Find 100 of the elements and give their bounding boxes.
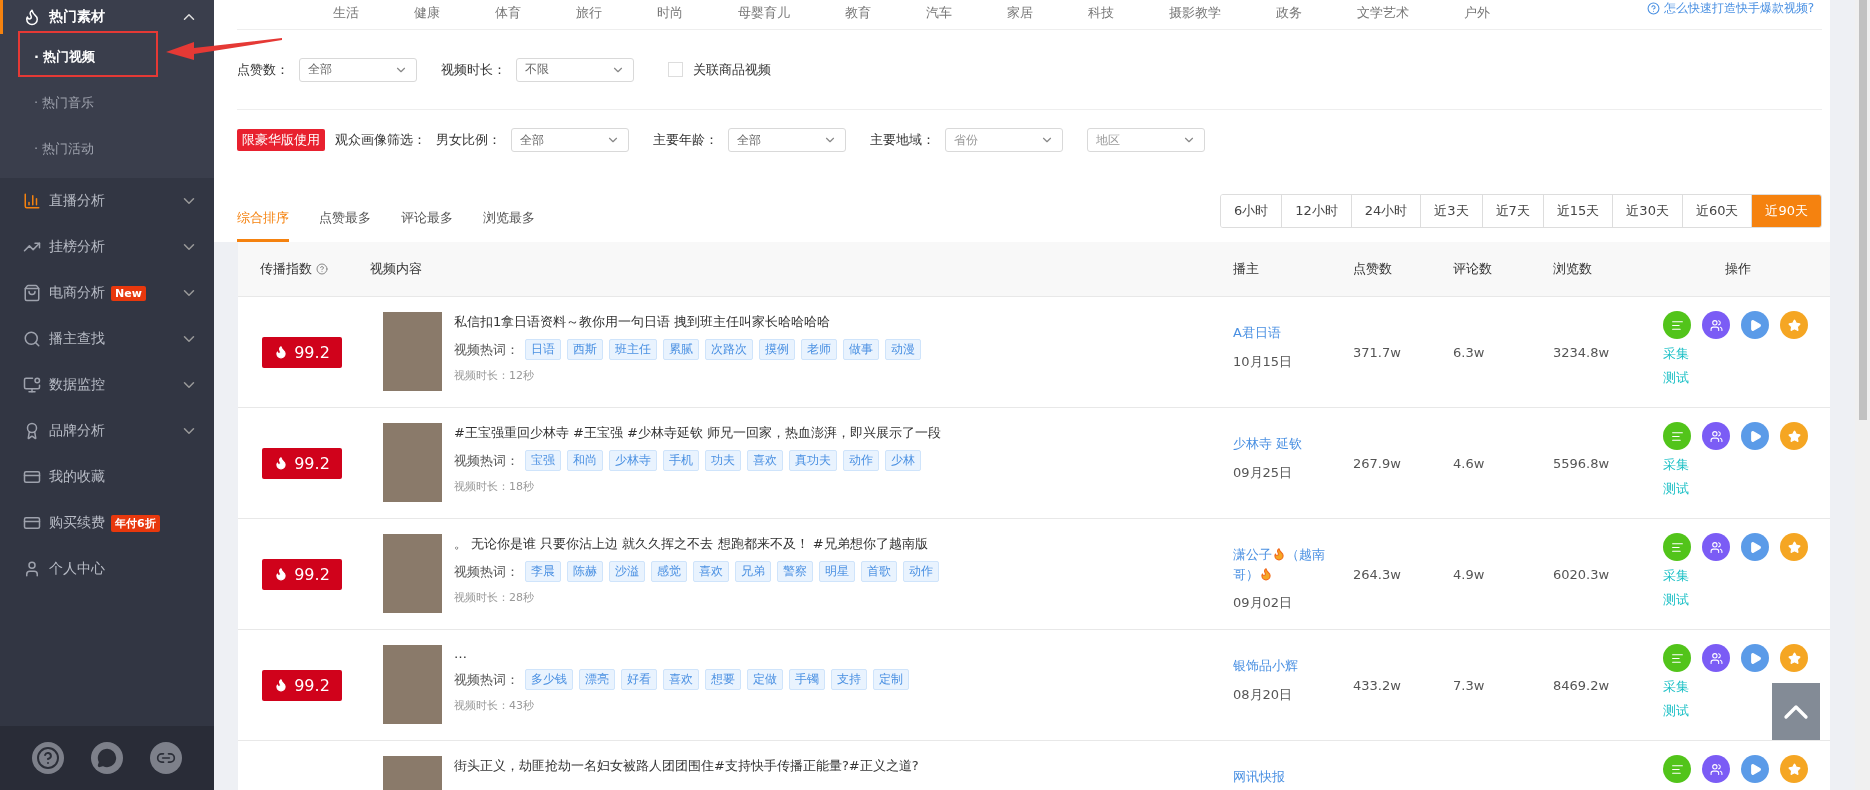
category-link[interactable]: 户外 <box>1464 0 1490 26</box>
keyword-tag[interactable]: 做事 <box>843 339 879 360</box>
keyword-tag[interactable]: 喜欢 <box>663 669 699 690</box>
play-icon[interactable] <box>1741 644 1769 672</box>
author-link[interactable]: A君日语 <box>1233 323 1345 343</box>
sidebar-item[interactable]: 品牌分析 <box>0 408 214 454</box>
keyword-tag[interactable]: 老师 <box>801 339 837 360</box>
category-link[interactable]: 汽车 <box>926 0 952 26</box>
keyword-tag[interactable]: 动作 <box>843 450 879 471</box>
category-link[interactable]: 时尚 <box>657 0 683 26</box>
sidebar-item[interactable]: 我的收藏 <box>0 454 214 500</box>
author-link[interactable]: 少林寺 延钦 <box>1233 434 1345 454</box>
category-link[interactable]: 科技 <box>1088 0 1114 26</box>
action-link[interactable]: 采集 <box>1663 678 1830 696</box>
filter-select[interactable]: 省份 <box>945 128 1063 152</box>
keyword-tag[interactable]: 真功夫 <box>789 450 837 471</box>
action-link[interactable]: 采集 <box>1663 456 1830 474</box>
action-link[interactable]: 采集 <box>1663 345 1830 363</box>
action-link[interactable]: 测试 <box>1663 480 1830 498</box>
sort-tab[interactable]: 评论最多 <box>401 209 453 242</box>
people-icon[interactable] <box>1702 755 1730 783</box>
scrollbar[interactable] <box>1855 0 1870 790</box>
action-link[interactable]: 采集 <box>1663 567 1830 585</box>
category-link[interactable]: 生活 <box>333 0 359 26</box>
keyword-tag[interactable]: 手镯 <box>789 669 825 690</box>
keyword-tag[interactable]: 班主任 <box>609 339 657 360</box>
keyword-tag[interactable]: 感觉 <box>651 561 687 582</box>
play-icon[interactable] <box>1741 422 1769 450</box>
filter-select[interactable]: 全部 <box>728 128 846 152</box>
category-link[interactable]: 教育 <box>845 0 871 26</box>
keyword-tag[interactable]: 日语 <box>525 339 561 360</box>
keyword-tag[interactable]: 想要 <box>705 669 741 690</box>
keyword-tag[interactable]: 支持 <box>831 669 867 690</box>
list-icon[interactable] <box>1663 755 1691 783</box>
keyword-tag[interactable]: 动漫 <box>885 339 921 360</box>
keyword-tag[interactable]: 少林寺 <box>609 450 657 471</box>
category-link[interactable]: 家居 <box>1007 0 1033 26</box>
keyword-tag[interactable]: 次路次 <box>705 339 753 360</box>
keyword-tag[interactable]: 手机 <box>663 450 699 471</box>
sidebar-item[interactable]: 购买续费 年付6折 <box>0 500 214 546</box>
sidebar-item[interactable]: 挂榜分析 <box>0 224 214 270</box>
sidebar-item[interactable]: 热门素材 <box>0 0 214 34</box>
keyword-tag[interactable]: 少林 <box>885 450 921 471</box>
people-icon[interactable] <box>1702 422 1730 450</box>
checkbox[interactable] <box>668 62 683 77</box>
keyword-tag[interactable]: 定做 <box>747 669 783 690</box>
submenu-item[interactable]: · 热门活动 <box>0 126 214 172</box>
chat-button[interactable] <box>91 742 123 774</box>
sidebar-item[interactable]: 数据监控 <box>0 362 214 408</box>
filter-select[interactable]: 全部 <box>299 57 417 82</box>
list-icon[interactable] <box>1663 311 1691 339</box>
sort-tab[interactable]: 浏览最多 <box>483 209 535 242</box>
author-link[interactable]: 银饰品小辉 <box>1233 656 1345 676</box>
keyword-tag[interactable]: 喜欢 <box>747 450 783 471</box>
category-link[interactable]: 健康 <box>414 0 440 26</box>
category-link[interactable]: 文学艺术 <box>1357 0 1409 26</box>
list-icon[interactable] <box>1663 533 1691 561</box>
keyword-tag[interactable]: 功夫 <box>705 450 741 471</box>
keyword-tag[interactable]: 李晨 <box>525 561 561 582</box>
action-link[interactable]: 测试 <box>1663 369 1830 387</box>
author-link[interactable]: 潇公子 （越南哥） <box>1233 545 1345 584</box>
submenu-item[interactable]: · 热门音乐 <box>0 80 214 126</box>
keyword-tag[interactable]: 和尚 <box>567 450 603 471</box>
keyword-tag[interactable]: 好看 <box>621 669 657 690</box>
keyword-tag[interactable]: 摸例 <box>759 339 795 360</box>
keyword-tag[interactable]: 明星 <box>819 561 855 582</box>
link-button[interactable] <box>150 742 183 774</box>
category-link[interactable]: 政务 <box>1276 0 1302 26</box>
play-icon[interactable] <box>1741 755 1769 783</box>
sort-tab[interactable]: 点赞最多 <box>319 209 371 242</box>
keyword-tag[interactable]: 累腻 <box>663 339 699 360</box>
list-icon[interactable] <box>1663 644 1691 672</box>
keyword-tag[interactable]: 动作 <box>903 561 939 582</box>
keyword-tag[interactable]: 沙溢 <box>609 561 645 582</box>
category-link[interactable]: 旅行 <box>576 0 602 26</box>
sidebar-item[interactable]: 播主查找 <box>0 316 214 362</box>
filter-select[interactable]: 地区 <box>1087 128 1205 152</box>
filter-select[interactable]: 不限 <box>516 57 634 82</box>
keyword-tag[interactable]: 西斯 <box>567 339 603 360</box>
keyword-tag[interactable]: 喜欢 <box>693 561 729 582</box>
keyword-tag[interactable]: 警察 <box>777 561 813 582</box>
action-link[interactable]: 测试 <box>1663 702 1830 720</box>
category-link[interactable]: 体育 <box>495 0 521 26</box>
sidebar-item[interactable]: 个人中心 <box>0 546 214 592</box>
help-button[interactable] <box>31 742 64 774</box>
play-icon[interactable] <box>1741 311 1769 339</box>
people-icon[interactable] <box>1702 311 1730 339</box>
keyword-tag[interactable]: 宝强 <box>525 450 561 471</box>
submenu-item[interactable]: · 热门视频 <box>0 34 214 80</box>
author-link[interactable]: 网讯快报 <box>1233 767 1345 787</box>
keyword-tag[interactable]: 陈赫 <box>567 561 603 582</box>
people-icon[interactable] <box>1702 644 1730 672</box>
keyword-tag[interactable]: 多少钱 <box>525 669 573 690</box>
keyword-tag[interactable]: 定制 <box>873 669 909 690</box>
action-link[interactable]: 测试 <box>1663 591 1830 609</box>
sidebar-item[interactable]: 直播分析 <box>0 178 214 224</box>
sidebar-item[interactable]: 电商分析 New <box>0 270 214 316</box>
back-to-top-button[interactable] <box>1772 683 1820 740</box>
time-range-button[interactable]: 近90天 <box>1751 195 1821 227</box>
category-link[interactable]: 摄影教学 <box>1169 0 1221 26</box>
